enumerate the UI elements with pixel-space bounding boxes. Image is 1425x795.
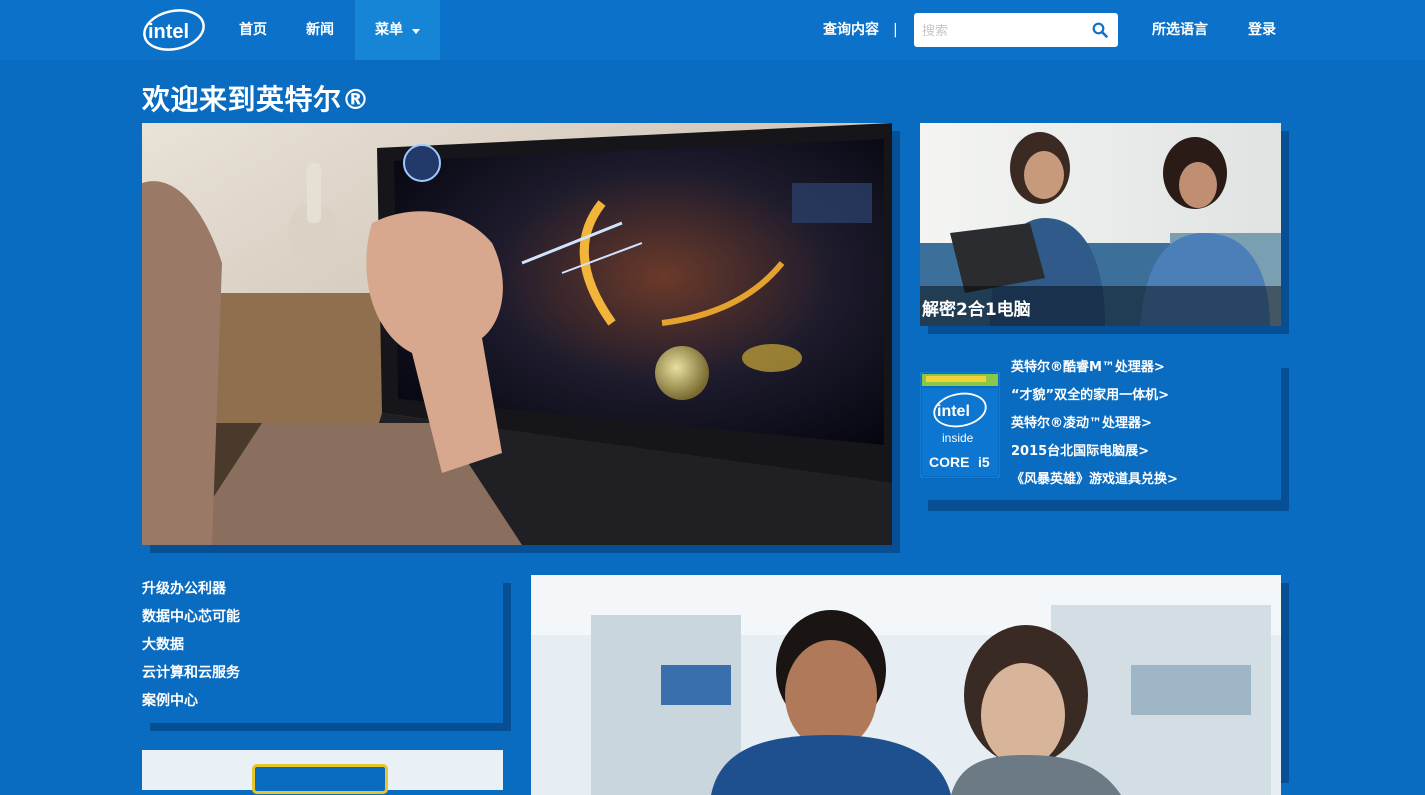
svg-text:inside: inside bbox=[942, 431, 974, 445]
intel-logo[interactable]: intel bbox=[141, 8, 207, 52]
svg-text:intel: intel bbox=[148, 21, 189, 43]
nav-menu-dropdown[interactable]: 菜单 bbox=[355, 0, 440, 60]
side-link-datacenter[interactable]: 数据中心芯可能 bbox=[142, 603, 503, 631]
query-content-link[interactable]: 查询内容 bbox=[823, 0, 879, 60]
intel-core-i5-badge[interactable]: intel inside CORE i5 bbox=[919, 371, 1001, 479]
featured-link-list: 英特尔®酷睿M™处理器> “才貌”双全的家用一体机> 英特尔®凌动™处理器> 2… bbox=[1011, 354, 1178, 494]
side-link-office-upgrade[interactable]: 升级办公利器 bbox=[142, 575, 503, 603]
side-links-panel: 升级办公利器 数据中心芯可能 大数据 云计算和云服务 案例中心 bbox=[142, 575, 503, 723]
side-link-list: 升级办公利器 数据中心芯可能 大数据 云计算和云服务 案例中心 bbox=[142, 575, 503, 715]
featured-link-atom[interactable]: 英特尔®凌动™处理器> bbox=[1011, 410, 1178, 438]
hero-gaming-image[interactable] bbox=[142, 123, 892, 545]
nav-news[interactable]: 新闻 bbox=[306, 0, 334, 60]
nav-separator: | bbox=[893, 22, 898, 38]
caret-down-icon bbox=[412, 29, 420, 34]
promo-2in1-card[interactable]: 解密2合1电脑 bbox=[920, 123, 1281, 326]
svg-text:i5: i5 bbox=[978, 454, 990, 470]
side-link-big-data[interactable]: 大数据 bbox=[142, 631, 503, 659]
page-title: 欢迎来到英特尔® bbox=[142, 83, 371, 116]
featured-link-core-m[interactable]: 英特尔®酷睿M™处理器> bbox=[1011, 354, 1178, 382]
promo-caption-text: 解密2合1电脑 bbox=[922, 300, 1031, 320]
lower-promo-button[interactable] bbox=[252, 764, 388, 794]
language-selector[interactable]: 所选语言 bbox=[1152, 0, 1208, 60]
promo-caption: 解密2合1电脑 bbox=[920, 286, 1281, 326]
search-input[interactable] bbox=[920, 19, 1084, 43]
lower-promo-card bbox=[142, 750, 503, 794]
side-link-cloud[interactable]: 云计算和云服务 bbox=[142, 659, 503, 687]
nav-menu-label: 菜单 bbox=[375, 22, 403, 38]
featured-link-computex[interactable]: 2015台北国际电脑展> bbox=[1011, 438, 1178, 466]
nav-home[interactable]: 首页 bbox=[239, 0, 267, 60]
featured-link-heroes-storm[interactable]: 《风暴英雄》游戏道具兑换> bbox=[1011, 466, 1178, 494]
svg-text:intel: intel bbox=[937, 403, 970, 420]
featured-links-panel: intel inside CORE i5 英特尔®酷睿M™处理器> “才貌”双全… bbox=[919, 360, 1281, 500]
svg-text:CORE: CORE bbox=[929, 454, 969, 470]
search-icon[interactable] bbox=[1092, 22, 1108, 38]
search-box bbox=[914, 13, 1118, 47]
top-navigation-bar: intel 首页 新闻 菜单 查询内容 | 所选语言 登录 bbox=[0, 0, 1425, 60]
login-link[interactable]: 登录 bbox=[1248, 0, 1276, 60]
featured-link-all-in-one[interactable]: “才貌”双全的家用一体机> bbox=[1011, 382, 1178, 410]
side-link-case-center[interactable]: 案例中心 bbox=[142, 687, 503, 715]
office-business-image[interactable] bbox=[531, 575, 1281, 795]
